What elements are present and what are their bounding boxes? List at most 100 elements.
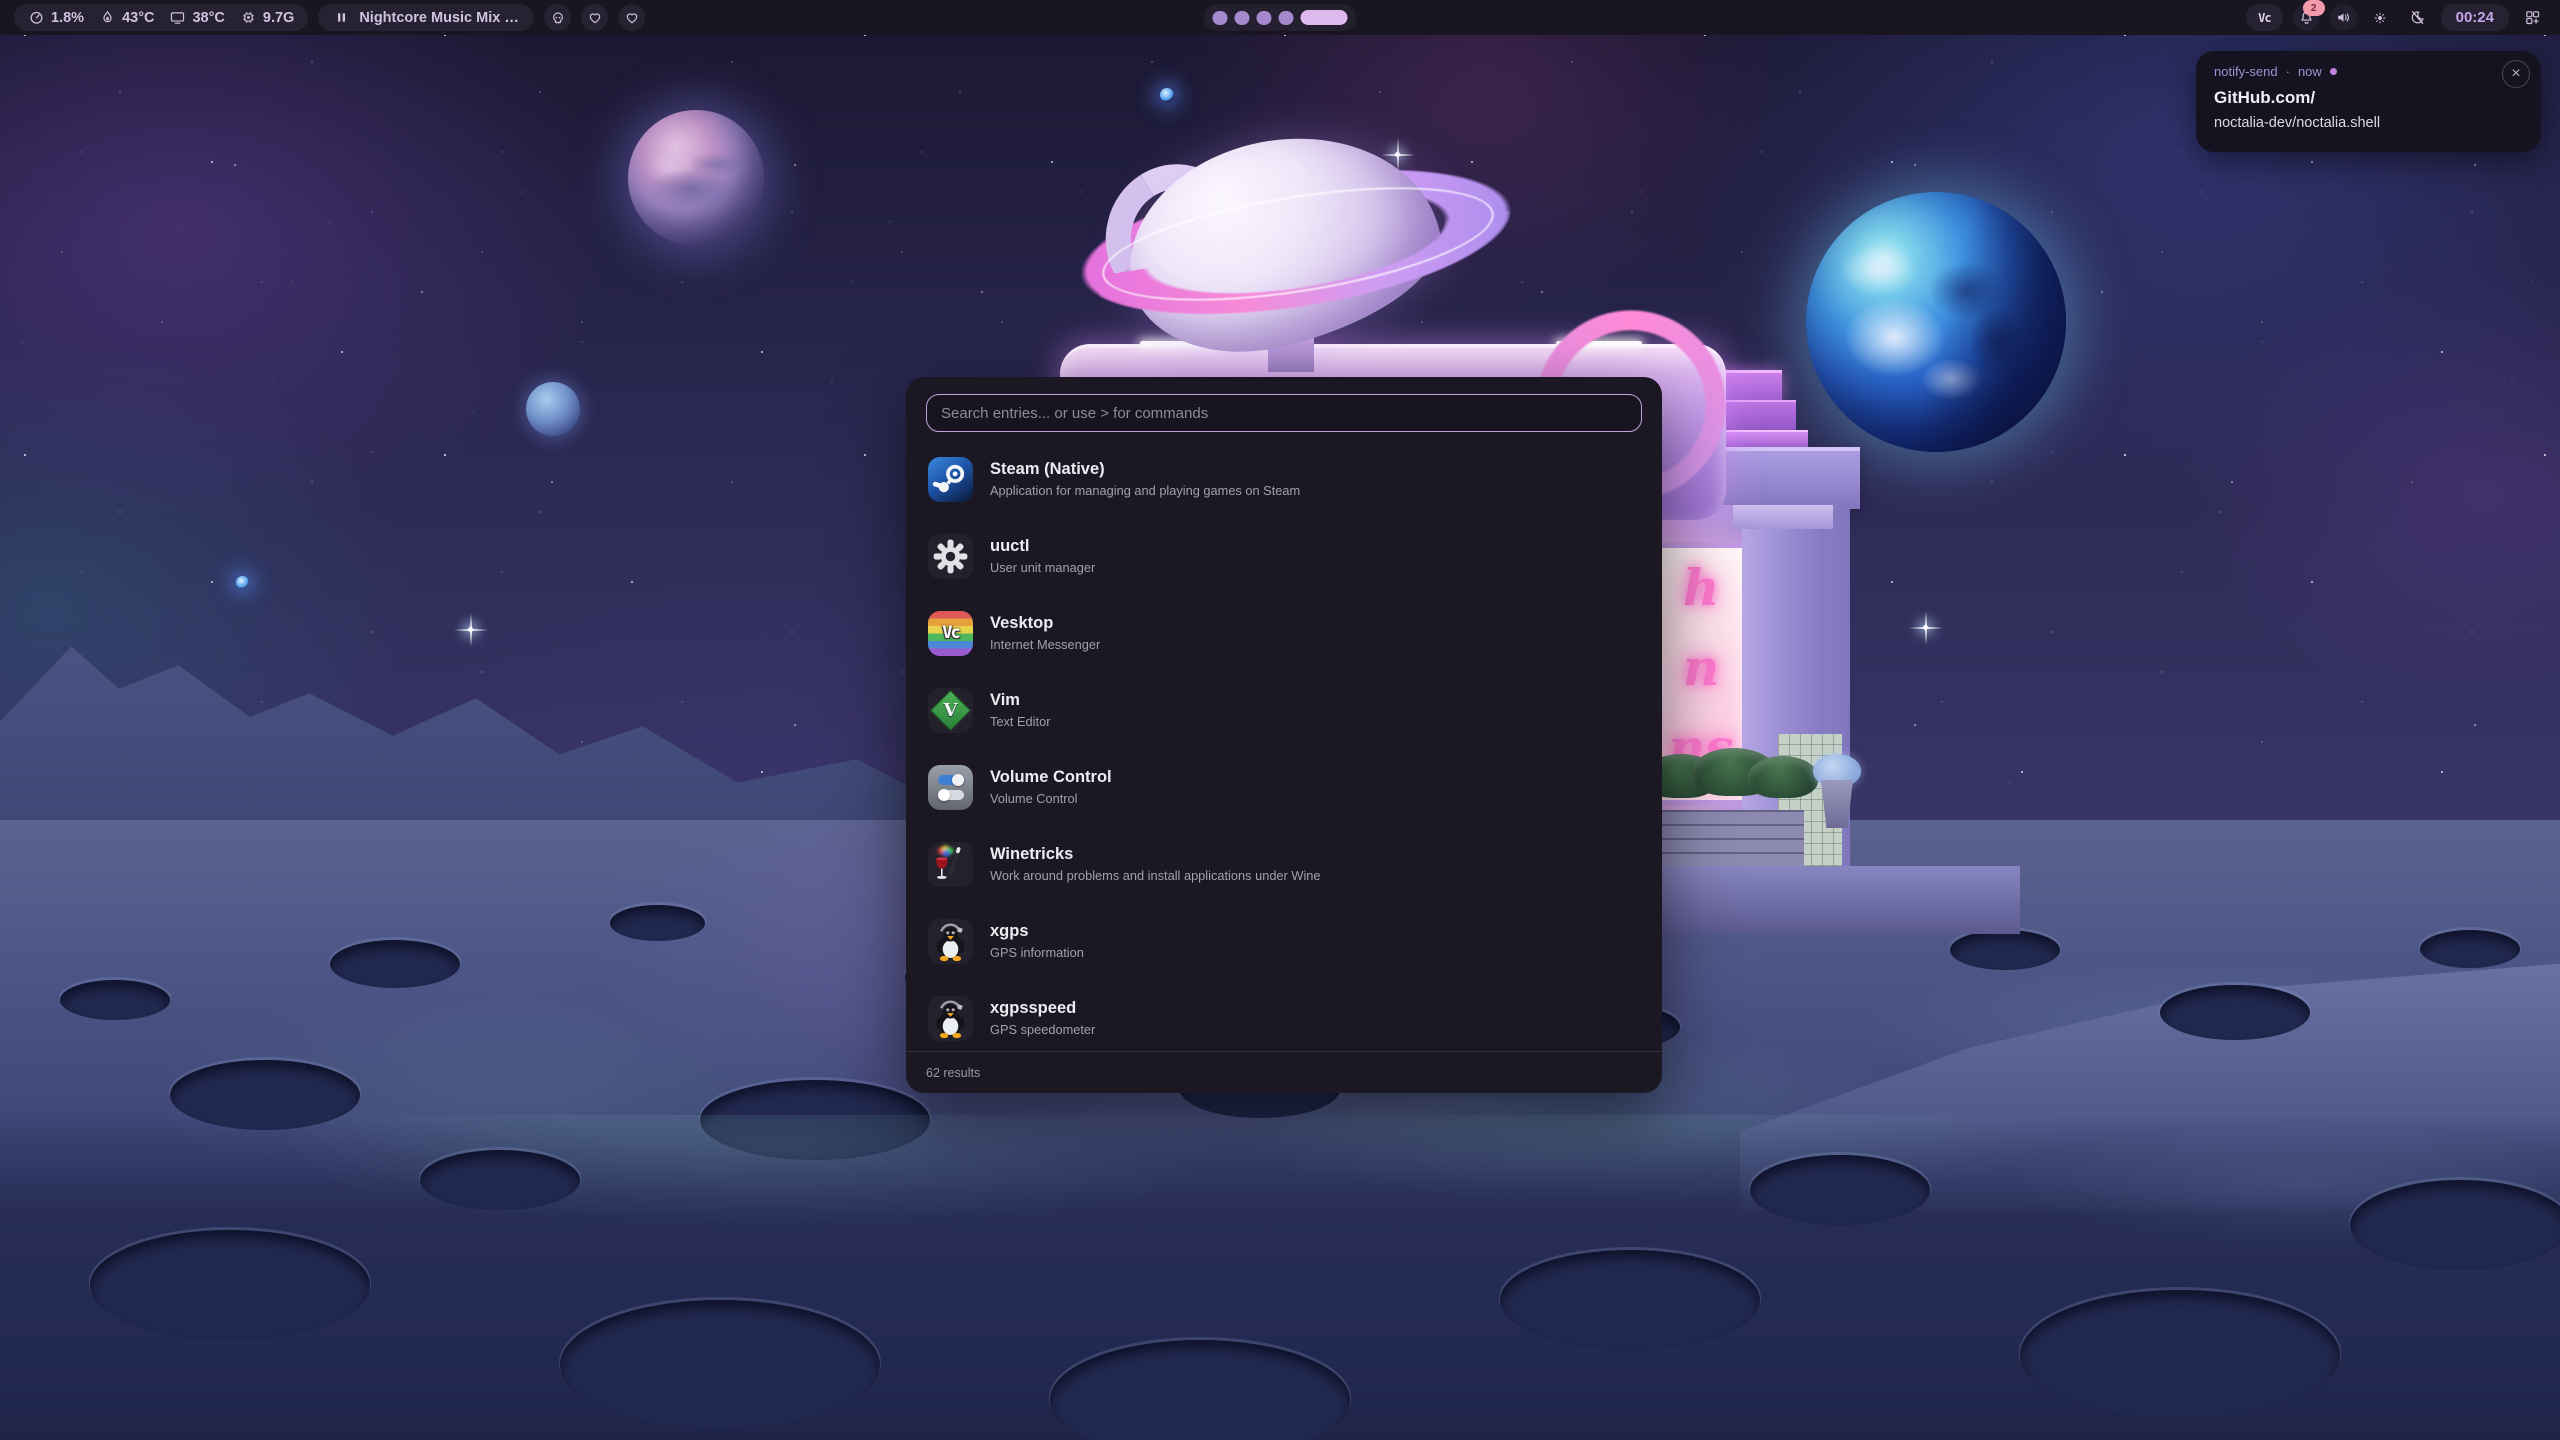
results-list: Steam (Native) Application for managing … — [926, 446, 1642, 1051]
notification-body: noctalia-dev/noctalia.shell — [2214, 115, 2523, 131]
heart-button-2[interactable] — [618, 4, 645, 31]
skull-button[interactable] — [544, 4, 571, 31]
workspace-dot[interactable] — [1235, 11, 1250, 25]
workspace-dot[interactable] — [1213, 11, 1228, 25]
app-description: Text Editor — [990, 714, 1050, 729]
app-icon — [928, 765, 973, 810]
list-item[interactable]: V Vim Text Editor — [926, 677, 1642, 743]
app-name: uuctl — [990, 537, 1095, 556]
heart-icon — [587, 10, 603, 26]
app-launcher-panel: Steam (Native) Application for managing … — [906, 377, 1662, 1093]
memory-stat: 9.7G — [240, 9, 294, 26]
app-icon — [928, 919, 973, 964]
app-description: Application for managing and playing gam… — [990, 483, 1300, 498]
list-item[interactable]: Volume Control Volume Control — [926, 754, 1642, 820]
clock-text: 00:24 — [2456, 9, 2494, 26]
close-button[interactable]: × — [2502, 60, 2530, 88]
app-name: Steam (Native) — [990, 460, 1300, 479]
media-player-widget[interactable]: Nightcore Music Mix 20... — [318, 4, 534, 31]
heart-button[interactable] — [581, 4, 608, 31]
purple-planet — [628, 110, 764, 246]
crater — [610, 905, 705, 941]
list-item[interactable]: uuctl User unit manager — [926, 523, 1642, 589]
notification-card[interactable]: notify-send · now × GitHub.com/ noctalia… — [2196, 51, 2541, 152]
monitor-icon — [169, 9, 186, 26]
app-name: xgps — [990, 922, 1084, 941]
crater — [1750, 1155, 1930, 1225]
cpu-temp: 43°C — [122, 10, 154, 26]
vesktop-tray-icon: Vc — [2258, 11, 2270, 25]
app-icon — [928, 457, 973, 502]
search-input[interactable] — [926, 394, 1642, 432]
list-item[interactable]: Vc Vesktop Internet Messenger — [926, 600, 1642, 666]
list-item[interactable]: Steam (Native) Application for managing … — [926, 446, 1642, 512]
night-light-button[interactable] — [2404, 4, 2431, 31]
system-stats-widget: 1.8% 43°C 38°C 9.7G — [14, 4, 308, 31]
heart-icon — [624, 10, 640, 26]
cpu-temp-stat: 43°C — [99, 9, 154, 26]
speaker-icon — [2335, 9, 2352, 26]
memory-usage: 9.7G — [263, 10, 294, 26]
app-description: Volume Control — [990, 791, 1112, 806]
crater — [60, 980, 170, 1020]
volume-button[interactable] — [2330, 4, 2357, 31]
crater — [2160, 985, 2310, 1040]
tray-vesktop[interactable]: Vc — [2246, 4, 2282, 31]
crater — [1950, 930, 2060, 970]
brightness-button[interactable] — [2367, 4, 2394, 31]
skull-icon — [550, 10, 566, 26]
top-bar: 1.8% 43°C 38°C 9.7G Nightcore Music Mix … — [0, 0, 2560, 35]
results-count: 62 results — [926, 1066, 980, 1080]
app-description: Internet Messenger — [990, 637, 1100, 652]
gpu-temp: 38°C — [192, 10, 224, 26]
notification-app: notify-send — [2214, 64, 2278, 79]
bright-star — [236, 576, 249, 589]
app-description: User unit manager — [990, 560, 1095, 575]
crater — [2020, 1290, 2340, 1420]
shop-pillar-capital — [1733, 505, 1833, 529]
workspace-active[interactable] — [1301, 10, 1348, 25]
app-description: Work around problems and install applica… — [990, 868, 1321, 883]
cpu-percent: 1.8% — [51, 10, 84, 26]
workspace-dot[interactable] — [1279, 11, 1294, 25]
close-icon: × — [2511, 66, 2520, 82]
shop-planter-wall — [1648, 810, 1804, 866]
list-item[interactable]: xgpsspeed GPS speedometer — [926, 985, 1642, 1051]
bush — [1748, 756, 1818, 798]
cpu-gauge-icon — [28, 9, 45, 26]
footer-divider — [906, 1051, 1662, 1052]
list-item[interactable]: Winetricks Work around problems and inst… — [926, 831, 1642, 897]
flame-icon — [99, 9, 116, 26]
shop-walkway — [1600, 866, 2020, 934]
media-title: Nightcore Music Mix 20... — [359, 10, 519, 26]
crater — [330, 940, 460, 988]
workspace-indicator — [1204, 4, 1357, 31]
list-item[interactable]: xgps GPS information — [926, 908, 1642, 974]
crater — [2350, 1180, 2560, 1270]
memory-chip-icon — [240, 9, 257, 26]
app-icon — [928, 534, 973, 579]
app-name: Winetricks — [990, 845, 1321, 864]
crater — [560, 1300, 880, 1430]
moon-slash-icon — [2409, 9, 2426, 26]
crater — [90, 1230, 370, 1340]
notification-title: GitHub.com/ — [2214, 88, 2523, 108]
dashboard-button[interactable] — [2519, 4, 2546, 31]
notification-time: now — [2298, 64, 2322, 79]
app-name: Volume Control — [990, 768, 1112, 787]
bright-star — [1160, 88, 1174, 102]
gpu-temp-stat: 38°C — [169, 9, 224, 26]
sun-icon — [2373, 11, 2387, 25]
clock[interactable]: 00:24 — [2441, 4, 2509, 31]
notifications-button[interactable]: 2 — [2293, 4, 2320, 31]
workspace-dot[interactable] — [1257, 11, 1272, 25]
cpu-stat: 1.8% — [28, 9, 84, 26]
small-planet — [526, 382, 580, 436]
app-icon: Vc — [928, 611, 973, 656]
unread-dot — [2330, 68, 2337, 75]
crater — [2420, 930, 2520, 968]
app-icon — [928, 996, 973, 1041]
pause-icon — [333, 9, 350, 26]
app-description: GPS information — [990, 945, 1084, 960]
bright-star — [1395, 152, 1400, 157]
